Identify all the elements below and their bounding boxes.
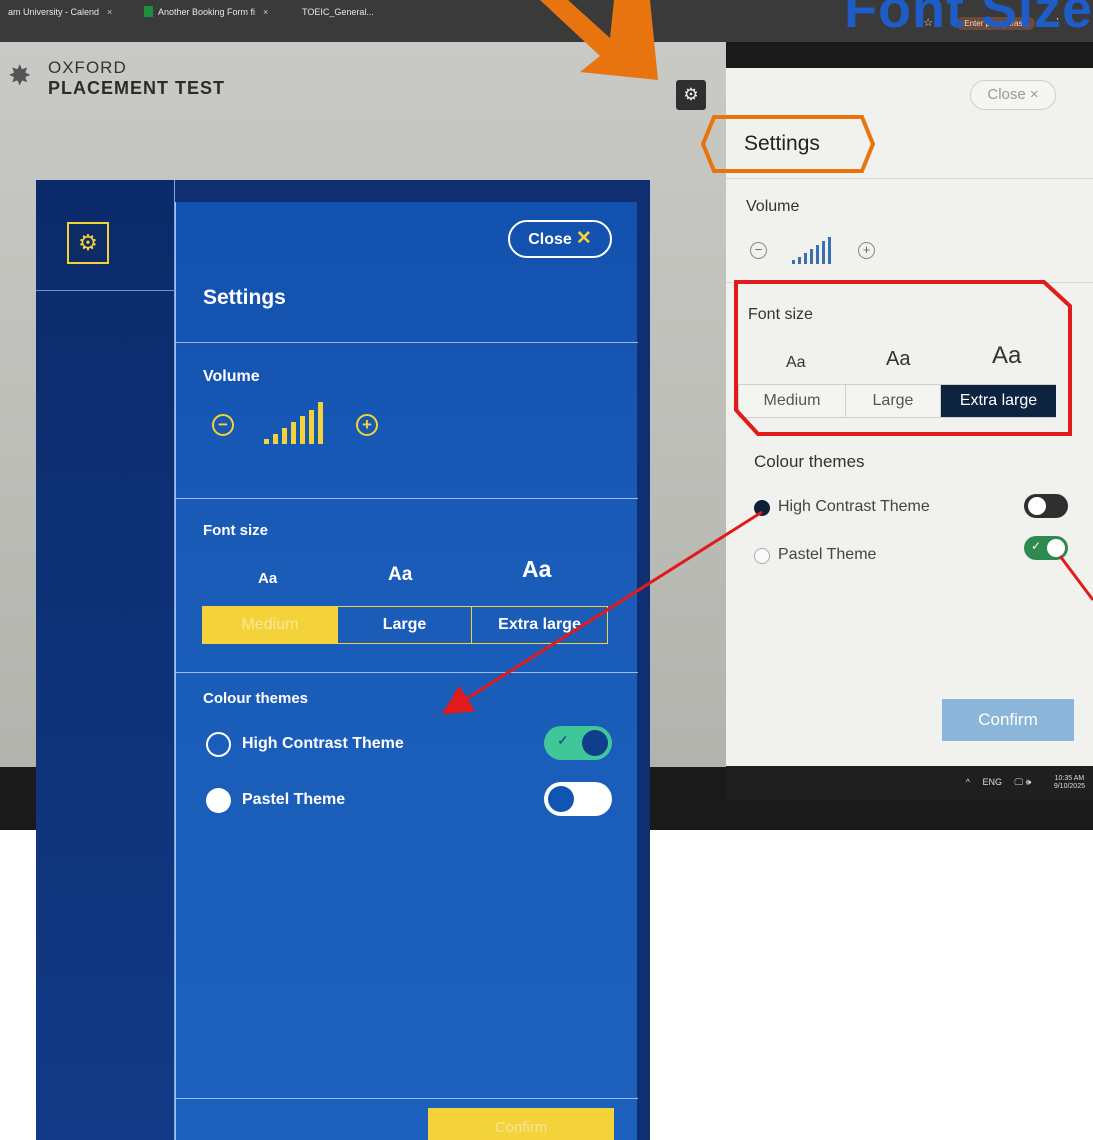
oxford-placement-test-logo: ✸ OXFORD PLACEMENT TEST — [8, 54, 238, 104]
clock-time: 10:35 AM — [1054, 775, 1085, 782]
browser-tab[interactable]: Another Booking Form fi × — [138, 4, 274, 20]
divider — [176, 342, 638, 343]
language-indicator[interactable]: ENG — [982, 777, 1002, 787]
settings-gear-button[interactable]: ⚙ — [67, 222, 109, 264]
theme-label-high-contrast: High Contrast Theme — [778, 498, 930, 515]
tray-icons[interactable]: 🖵 🕪 — [1014, 777, 1031, 787]
font-sample-large: Aa — [388, 564, 413, 585]
confirm-button[interactable]: Confirm — [942, 699, 1074, 741]
divider — [176, 1098, 638, 1099]
tray-expand-icon[interactable]: ^ — [966, 777, 970, 787]
gear-icon: ⚙ — [683, 85, 699, 104]
colour-themes-label: Colour themes — [203, 690, 309, 707]
radio-high-contrast[interactable] — [754, 500, 770, 516]
panel-title: Settings — [203, 286, 286, 309]
sheets-icon — [144, 6, 153, 17]
font-sample-extra-large: Aa — [522, 556, 552, 582]
font-sample-medium: Aa — [258, 570, 278, 587]
volume-down-icon[interactable]: − — [750, 242, 767, 259]
divider — [726, 178, 1093, 179]
font-option-large[interactable]: Large — [338, 607, 471, 643]
divider — [176, 498, 638, 499]
settings-panel-high-contrast: Close ✕ Settings Volume − + Font size Aa … — [175, 202, 638, 1140]
colour-themes-label: Colour themes — [754, 452, 865, 471]
check-icon: ✓ — [557, 732, 569, 748]
overlay-heading: Font Size — [844, 0, 1093, 39]
settings-gear-button[interactable]: ⚙ — [676, 80, 706, 110]
toggle-high-contrast[interactable]: ✓ — [544, 726, 612, 760]
page-left-strip: ⚙ — [36, 180, 175, 1140]
font-size-label: Font size — [203, 522, 269, 539]
browser-tab[interactable]: TOEIC_General... — [296, 4, 380, 20]
divider — [176, 672, 638, 673]
clock-date: 9/10/2025 — [1053, 783, 1085, 790]
tab-label: TOEIC_General... — [302, 7, 374, 17]
toggle-pastel[interactable]: ✓ — [1024, 536, 1068, 560]
tab-label: Another Booking Form fi — [158, 7, 256, 17]
logo-text-line1: OXFORD — [48, 58, 127, 77]
volume-up-icon[interactable]: + — [858, 242, 875, 259]
high-contrast-settings-photo: ⚙ Close ✕ Settings Volume − + Font size A… — [36, 180, 650, 1140]
font-option-extra-large[interactable]: Extra large — [472, 607, 607, 643]
theme-label-pastel: Pastel Theme — [778, 546, 877, 563]
toggle-high-contrast[interactable] — [1024, 494, 1068, 518]
radio-pastel[interactable] — [206, 788, 231, 813]
logo-text-line2: PLACEMENT TEST — [48, 78, 226, 98]
browser-tab[interactable]: am University - Calend × — [2, 4, 118, 20]
volume-up-icon[interactable]: + — [356, 414, 378, 436]
close-button[interactable]: Close ✕ — [508, 220, 612, 258]
radio-high-contrast[interactable] — [206, 732, 231, 757]
volume-level-bars — [264, 400, 334, 444]
radio-pastel[interactable] — [754, 548, 770, 564]
font-option-medium[interactable]: Medium — [203, 607, 337, 643]
red-highlight-font-size — [734, 280, 1072, 436]
gear-icon: ⚙ — [78, 230, 98, 255]
close-button[interactable]: Close × — [970, 80, 1056, 110]
close-icon: ✕ — [575, 228, 592, 249]
check-icon: ✓ — [1031, 539, 1042, 553]
orange-pointer-arrow — [540, 0, 658, 80]
theme-label-high-contrast: High Contrast Theme — [242, 735, 404, 752]
orange-highlight-settings — [700, 115, 876, 173]
toggle-pastel[interactable] — [544, 782, 612, 816]
confirm-button[interactable]: Confirm — [428, 1108, 614, 1140]
volume-control: − + — [750, 236, 910, 266]
tab-close-icon[interactable]: × — [107, 7, 112, 17]
font-size-selector: Medium Large Extra large — [202, 606, 608, 644]
windows-taskbar: ^ ENG 🖵 🕪 10:35 AM 9/10/2025 — [726, 766, 1093, 800]
volume-down-icon[interactable]: − — [212, 414, 234, 436]
oxford-star-icon: ✸ — [8, 60, 32, 91]
volume-label: Volume — [746, 198, 800, 215]
volume-level-bars — [792, 236, 838, 264]
tab-label: am University - Calend — [8, 7, 100, 17]
volume-label: Volume — [203, 368, 260, 385]
taskbar-clock[interactable]: 10:35 AM 9/10/2025 — [1044, 775, 1085, 791]
close-label: Close — [528, 231, 572, 248]
theme-label-pastel: Pastel Theme — [242, 791, 346, 808]
tab-close-icon[interactable]: × — [263, 7, 268, 17]
